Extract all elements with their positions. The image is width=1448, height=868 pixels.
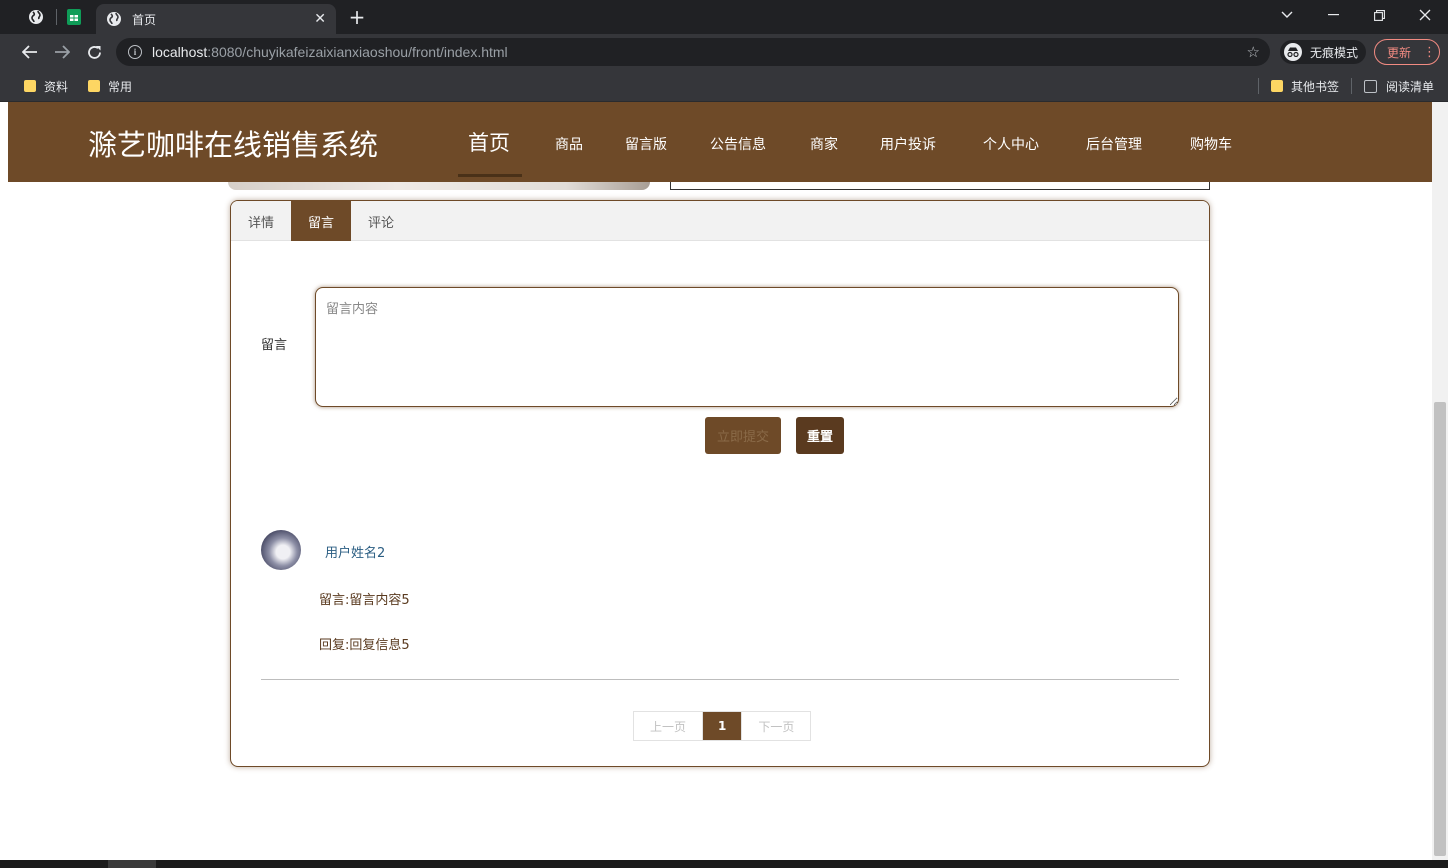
minimize-button[interactable]: [1310, 0, 1356, 30]
message-field-label: 留言: [261, 338, 288, 353]
tab-search-button[interactable]: [1264, 0, 1310, 30]
site-header: 滁艺咖啡在线销售系统 首页 商品 留言版 公告信息 商家 用户投诉 个人中心 后…: [8, 102, 1432, 182]
folder-icon: [24, 80, 36, 92]
url-text: localhost:8080/chuyikafeizaixianxiaoshou…: [152, 44, 508, 60]
taskbar-item[interactable]: [108, 860, 156, 868]
message-username[interactable]: 用户姓名2: [325, 542, 385, 561]
tab-globe[interactable]: [16, 0, 56, 34]
nav-admin[interactable]: 后台管理: [1086, 134, 1142, 154]
update-button[interactable]: 更新 ⋮: [1374, 39, 1440, 65]
nav-merchants[interactable]: 商家: [810, 134, 838, 154]
address-bar[interactable]: i localhost:8080/chuyikafeizaixianxiaosh…: [116, 38, 1270, 66]
bookmarks-bar: 资料 常用 其他书签 阅读清单: [0, 70, 1448, 102]
arrow-left-icon: [22, 45, 38, 59]
bookmark-star-icon[interactable]: ☆: [1247, 43, 1260, 61]
detail-tab-panel: 详情 留言 评论 留言 立即提交 重置 用户姓名2 留言:留言内容5 回复:回复…: [230, 200, 1210, 767]
bookmark-folder-ziliao[interactable]: 资料: [24, 77, 68, 95]
detail-tabs: 详情 留言 评论: [231, 201, 1209, 241]
nav-home[interactable]: 首页: [468, 127, 510, 157]
arrow-right-icon: [54, 45, 70, 59]
incognito-indicator[interactable]: 无痕模式: [1280, 40, 1366, 64]
more-menu-icon: ⋮: [1423, 44, 1437, 60]
incognito-label: 无痕模式: [1310, 45, 1359, 60]
nav-personal-center[interactable]: 个人中心: [983, 134, 1039, 154]
os-taskbar: [0, 860, 1448, 868]
scrollbar-thumb[interactable]: [1434, 402, 1446, 856]
incognito-icon: [1284, 43, 1302, 61]
reset-button[interactable]: 重置: [796, 417, 844, 454]
chevron-down-icon: [1281, 11, 1293, 19]
divider: [261, 679, 1179, 680]
nav-products[interactable]: 商品: [555, 134, 583, 154]
back-button[interactable]: [16, 38, 44, 66]
sheets-icon: [67, 9, 81, 25]
minimize-icon: [1327, 14, 1339, 16]
reading-list[interactable]: 阅读清单: [1364, 77, 1434, 95]
next-page-button[interactable]: 下一页: [741, 712, 811, 740]
product-image: [228, 182, 650, 190]
reload-icon: [87, 45, 102, 60]
message-content: 留言:留言内容5: [319, 593, 410, 608]
other-bookmarks[interactable]: 其他书签: [1271, 77, 1339, 95]
forward-button[interactable]: [48, 38, 76, 66]
tab-messages[interactable]: 留言: [291, 201, 352, 241]
globe-icon: [106, 11, 122, 27]
tab-title: 首页: [132, 12, 157, 27]
close-icon[interactable]: ✕: [314, 11, 326, 27]
bookmark-folder-changyong[interactable]: 常用: [88, 77, 132, 95]
restore-icon: [1373, 9, 1385, 21]
nav-complaints[interactable]: 用户投诉: [880, 134, 936, 154]
nav-active-indicator: [458, 174, 522, 177]
close-icon: [1419, 9, 1431, 21]
folder-icon: [1271, 80, 1283, 92]
tab-comments[interactable]: 评论: [351, 201, 411, 241]
folder-icon: [88, 80, 100, 92]
nav-cart[interactable]: 购物车: [1190, 134, 1232, 154]
browser-toolbar: i localhost:8080/chuyikafeizaixianxiaosh…: [0, 34, 1448, 70]
page-viewport: 滁艺咖啡在线销售系统 首页 商品 留言版 公告信息 商家 用户投诉 个人中心 后…: [0, 102, 1448, 860]
nav-message-board[interactable]: 留言版: [625, 134, 667, 154]
avatar: [261, 530, 301, 570]
page-scrollbar[interactable]: [1432, 102, 1448, 860]
message-input[interactable]: [315, 287, 1179, 407]
site-title: 滁艺咖啡在线销售系统: [88, 128, 379, 162]
tab-active[interactable]: 首页 ✕: [96, 4, 336, 34]
window-close-button[interactable]: [1402, 0, 1448, 30]
reading-list-icon: [1364, 79, 1377, 93]
tab-sheets[interactable]: [54, 0, 94, 34]
reload-button[interactable]: [80, 38, 108, 66]
info-icon[interactable]: i: [128, 45, 142, 59]
browser-tab-strip: 首页 ✕ +: [0, 0, 1448, 34]
prev-page-button[interactable]: 上一页: [634, 712, 704, 740]
page-number-current[interactable]: 1: [703, 712, 742, 740]
restore-button[interactable]: [1356, 0, 1402, 30]
new-tab-button[interactable]: +: [344, 4, 370, 30]
plus-icon: +: [348, 5, 366, 29]
pagination: 上一页 1 下一页: [633, 711, 812, 741]
product-info-box: [670, 182, 1210, 190]
submit-button[interactable]: 立即提交: [705, 417, 781, 454]
update-label: 更新: [1387, 45, 1412, 60]
nav-announcements[interactable]: 公告信息: [710, 134, 766, 154]
message-reply: 回复:回复信息5: [319, 638, 410, 653]
tab-details[interactable]: 详情: [231, 201, 291, 241]
globe-icon: [28, 9, 44, 25]
